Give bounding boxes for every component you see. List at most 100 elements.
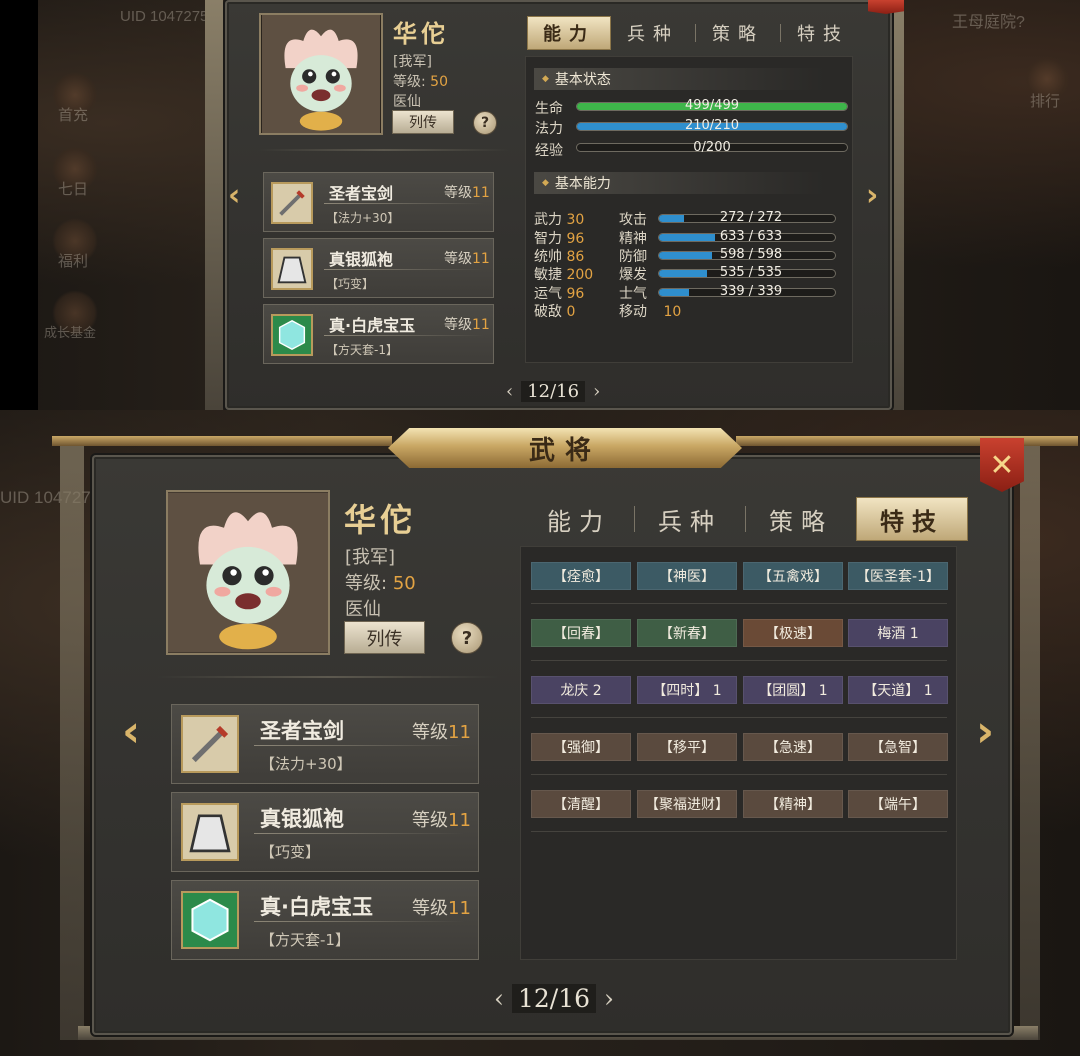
skill-badge[interactable]: 【五禽戏】 xyxy=(743,562,843,590)
equip-1-level-value: 11 xyxy=(448,722,471,743)
spirit-value: 633 / 633 xyxy=(719,229,783,244)
hero-name: 华佗 xyxy=(344,501,417,539)
bio-button[interactable]: 列传 xyxy=(344,621,425,654)
stat-spirit-label: 精神 xyxy=(619,231,647,247)
top-equip-3-level-value: 11 xyxy=(472,317,490,333)
mp-value: 210/210 xyxy=(684,118,739,133)
pager: ‹ 12/16 › xyxy=(494,984,614,1013)
top-prev-hero-arrow-icon[interactable]: ‹ xyxy=(228,178,240,213)
skill-badge[interactable]: 【团圆】 1 xyxy=(743,676,843,704)
tab-strategy[interactable]: 策略 xyxy=(746,497,856,541)
equip-slot-1[interactable]: 圣者宝剑 等级11 【法力+30】 xyxy=(171,704,479,784)
left-divider xyxy=(158,676,498,678)
equip-slot-2[interactable]: 真银狐袍 等级11 【巧变】 xyxy=(171,792,479,872)
hero-level-label: 等级: xyxy=(345,573,388,594)
top-equip-slot-1[interactable]: 圣者宝剑 等级11 【法力+30】 xyxy=(263,172,494,232)
basic-ability-title: 基本能力 xyxy=(534,172,824,194)
top-right-frame-rail xyxy=(892,0,904,410)
morale-value: 339 / 339 xyxy=(719,284,783,299)
stat-morale-label: 士气 xyxy=(619,286,647,302)
top-equip-slot-3[interactable]: 真·白虎宝玉 等级11 【方天套-1】 xyxy=(263,304,494,364)
pager-next-icon[interactable]: › xyxy=(604,984,614,1013)
top-tab-troops[interactable]: 兵种 xyxy=(611,16,695,50)
sword-icon xyxy=(181,715,239,773)
equip-3-attr: 【方天套-1】 xyxy=(260,931,350,949)
top-pager-next-icon[interactable]: › xyxy=(593,381,600,402)
bottom-uid-text: UID 1047275 xyxy=(0,488,101,507)
skill-badge[interactable]: 【天道】 1 xyxy=(848,676,948,704)
top-tab-skills[interactable]: 特技 xyxy=(781,16,865,50)
top-hero-name: 华佗 xyxy=(393,19,449,48)
pager-prev-icon[interactable]: ‹ xyxy=(494,984,504,1013)
skill-badge[interactable]: 【新春】 xyxy=(637,619,737,647)
skills-row-divider xyxy=(531,603,947,604)
stat-force: 武力 30 xyxy=(534,209,584,229)
skill-badge[interactable]: 【回春】 xyxy=(531,619,631,647)
skill-badge[interactable]: 【急速】 xyxy=(743,733,843,761)
top-pager-prev-icon[interactable]: ‹ xyxy=(506,381,513,402)
top-hero-portrait xyxy=(259,13,383,135)
top-equip-2-line xyxy=(324,269,484,270)
banner-title: 武将 xyxy=(528,435,601,466)
hero-level-line: 等级: 50 xyxy=(345,569,416,595)
attack-bar-fill xyxy=(659,215,684,222)
skill-badge[interactable]: 【极速】 xyxy=(743,619,843,647)
banner-left-wing xyxy=(52,436,392,446)
stat-intellect-label: 智力 xyxy=(534,231,562,247)
skills-content: 【痊愈】 【神医】 【五禽戏】 【医圣套-1】 【回春】 【新春】 【极速】 梅… xyxy=(520,546,957,960)
help-icon[interactable]: ? xyxy=(451,622,483,654)
stat-luck: 运气 96 xyxy=(534,283,584,303)
equip-slot-3[interactable]: 真·白虎宝玉 等级11 【方天套-1】 xyxy=(171,880,479,960)
equip-2-line xyxy=(254,833,464,834)
skill-badge[interactable]: 龙庆 2 xyxy=(531,676,631,704)
exp-value: 0/200 xyxy=(693,140,731,155)
jade-icon xyxy=(271,314,313,356)
top-equip-slot-2[interactable]: 真银狐袍 等级11 【巧变】 xyxy=(263,238,494,298)
skill-badge[interactable]: 【清醒】 xyxy=(531,790,631,818)
hero-portrait xyxy=(166,490,330,655)
defense-value: 598 / 598 xyxy=(719,247,783,262)
exp-label: 经验 xyxy=(535,143,563,159)
top-bio-button[interactable]: 列传 xyxy=(392,110,454,134)
stat-command-label: 统帅 xyxy=(534,249,562,265)
general-banner: 武将 xyxy=(388,428,742,468)
skill-badge[interactable]: 【痊愈】 xyxy=(531,562,631,590)
stat-move-value: 10 xyxy=(663,304,682,320)
top-equip-2-level: 等级11 xyxy=(444,248,490,268)
skill-badge[interactable]: 【强御】 xyxy=(531,733,631,761)
stat-defense-label: 防御 xyxy=(619,249,647,265)
stat-move: 移动 10 xyxy=(619,301,681,321)
skill-badge[interactable]: 【端午】 xyxy=(848,790,948,818)
skill-badge[interactable]: 梅酒 1 xyxy=(848,619,948,647)
next-hero-arrow-icon[interactable]: › xyxy=(976,706,994,757)
robe-icon xyxy=(271,248,313,290)
hero-title: 医仙 xyxy=(345,599,381,620)
tab-ability[interactable]: 能力 xyxy=(524,497,634,541)
skill-badge[interactable]: 【神医】 xyxy=(637,562,737,590)
skill-badge[interactable]: 【医圣套-1】 xyxy=(848,562,948,590)
skill-badge[interactable]: 【聚福进财】 xyxy=(637,790,737,818)
stat-break-label: 破敌 xyxy=(534,304,562,320)
top-equip-1-level: 等级11 xyxy=(444,182,490,202)
tab-skills[interactable]: 特技 xyxy=(856,497,968,541)
skill-badge[interactable]: 【移平】 xyxy=(637,733,737,761)
top-tab-strategy[interactable]: 策略 xyxy=(696,16,780,50)
equip-1-level: 等级11 xyxy=(412,718,471,744)
burst-value: 535 / 535 xyxy=(719,265,783,280)
top-equip-1-line xyxy=(324,203,484,204)
close-button[interactable]: ✕ xyxy=(980,438,1024,492)
equip-3-level: 等级11 xyxy=(412,894,471,920)
skill-badge[interactable]: 【急智】 xyxy=(848,733,948,761)
equip-1-name: 圣者宝剑 xyxy=(260,719,344,743)
dragon-avatar-icon xyxy=(168,492,328,653)
top-help-icon[interactable]: ? xyxy=(473,111,497,135)
prev-hero-arrow-icon[interactable]: ‹ xyxy=(122,706,140,757)
top-close-button[interactable] xyxy=(868,0,904,14)
top-tab-ability[interactable]: 能力 xyxy=(527,16,611,50)
skill-badge[interactable]: 【精神】 xyxy=(743,790,843,818)
robe-icon xyxy=(181,803,239,861)
top-equip-3-level-label: 等级 xyxy=(444,317,472,333)
top-next-hero-arrow-icon[interactable]: › xyxy=(866,178,878,213)
skill-badge[interactable]: 【四时】 1 xyxy=(637,676,737,704)
tab-troops[interactable]: 兵种 xyxy=(635,497,745,541)
